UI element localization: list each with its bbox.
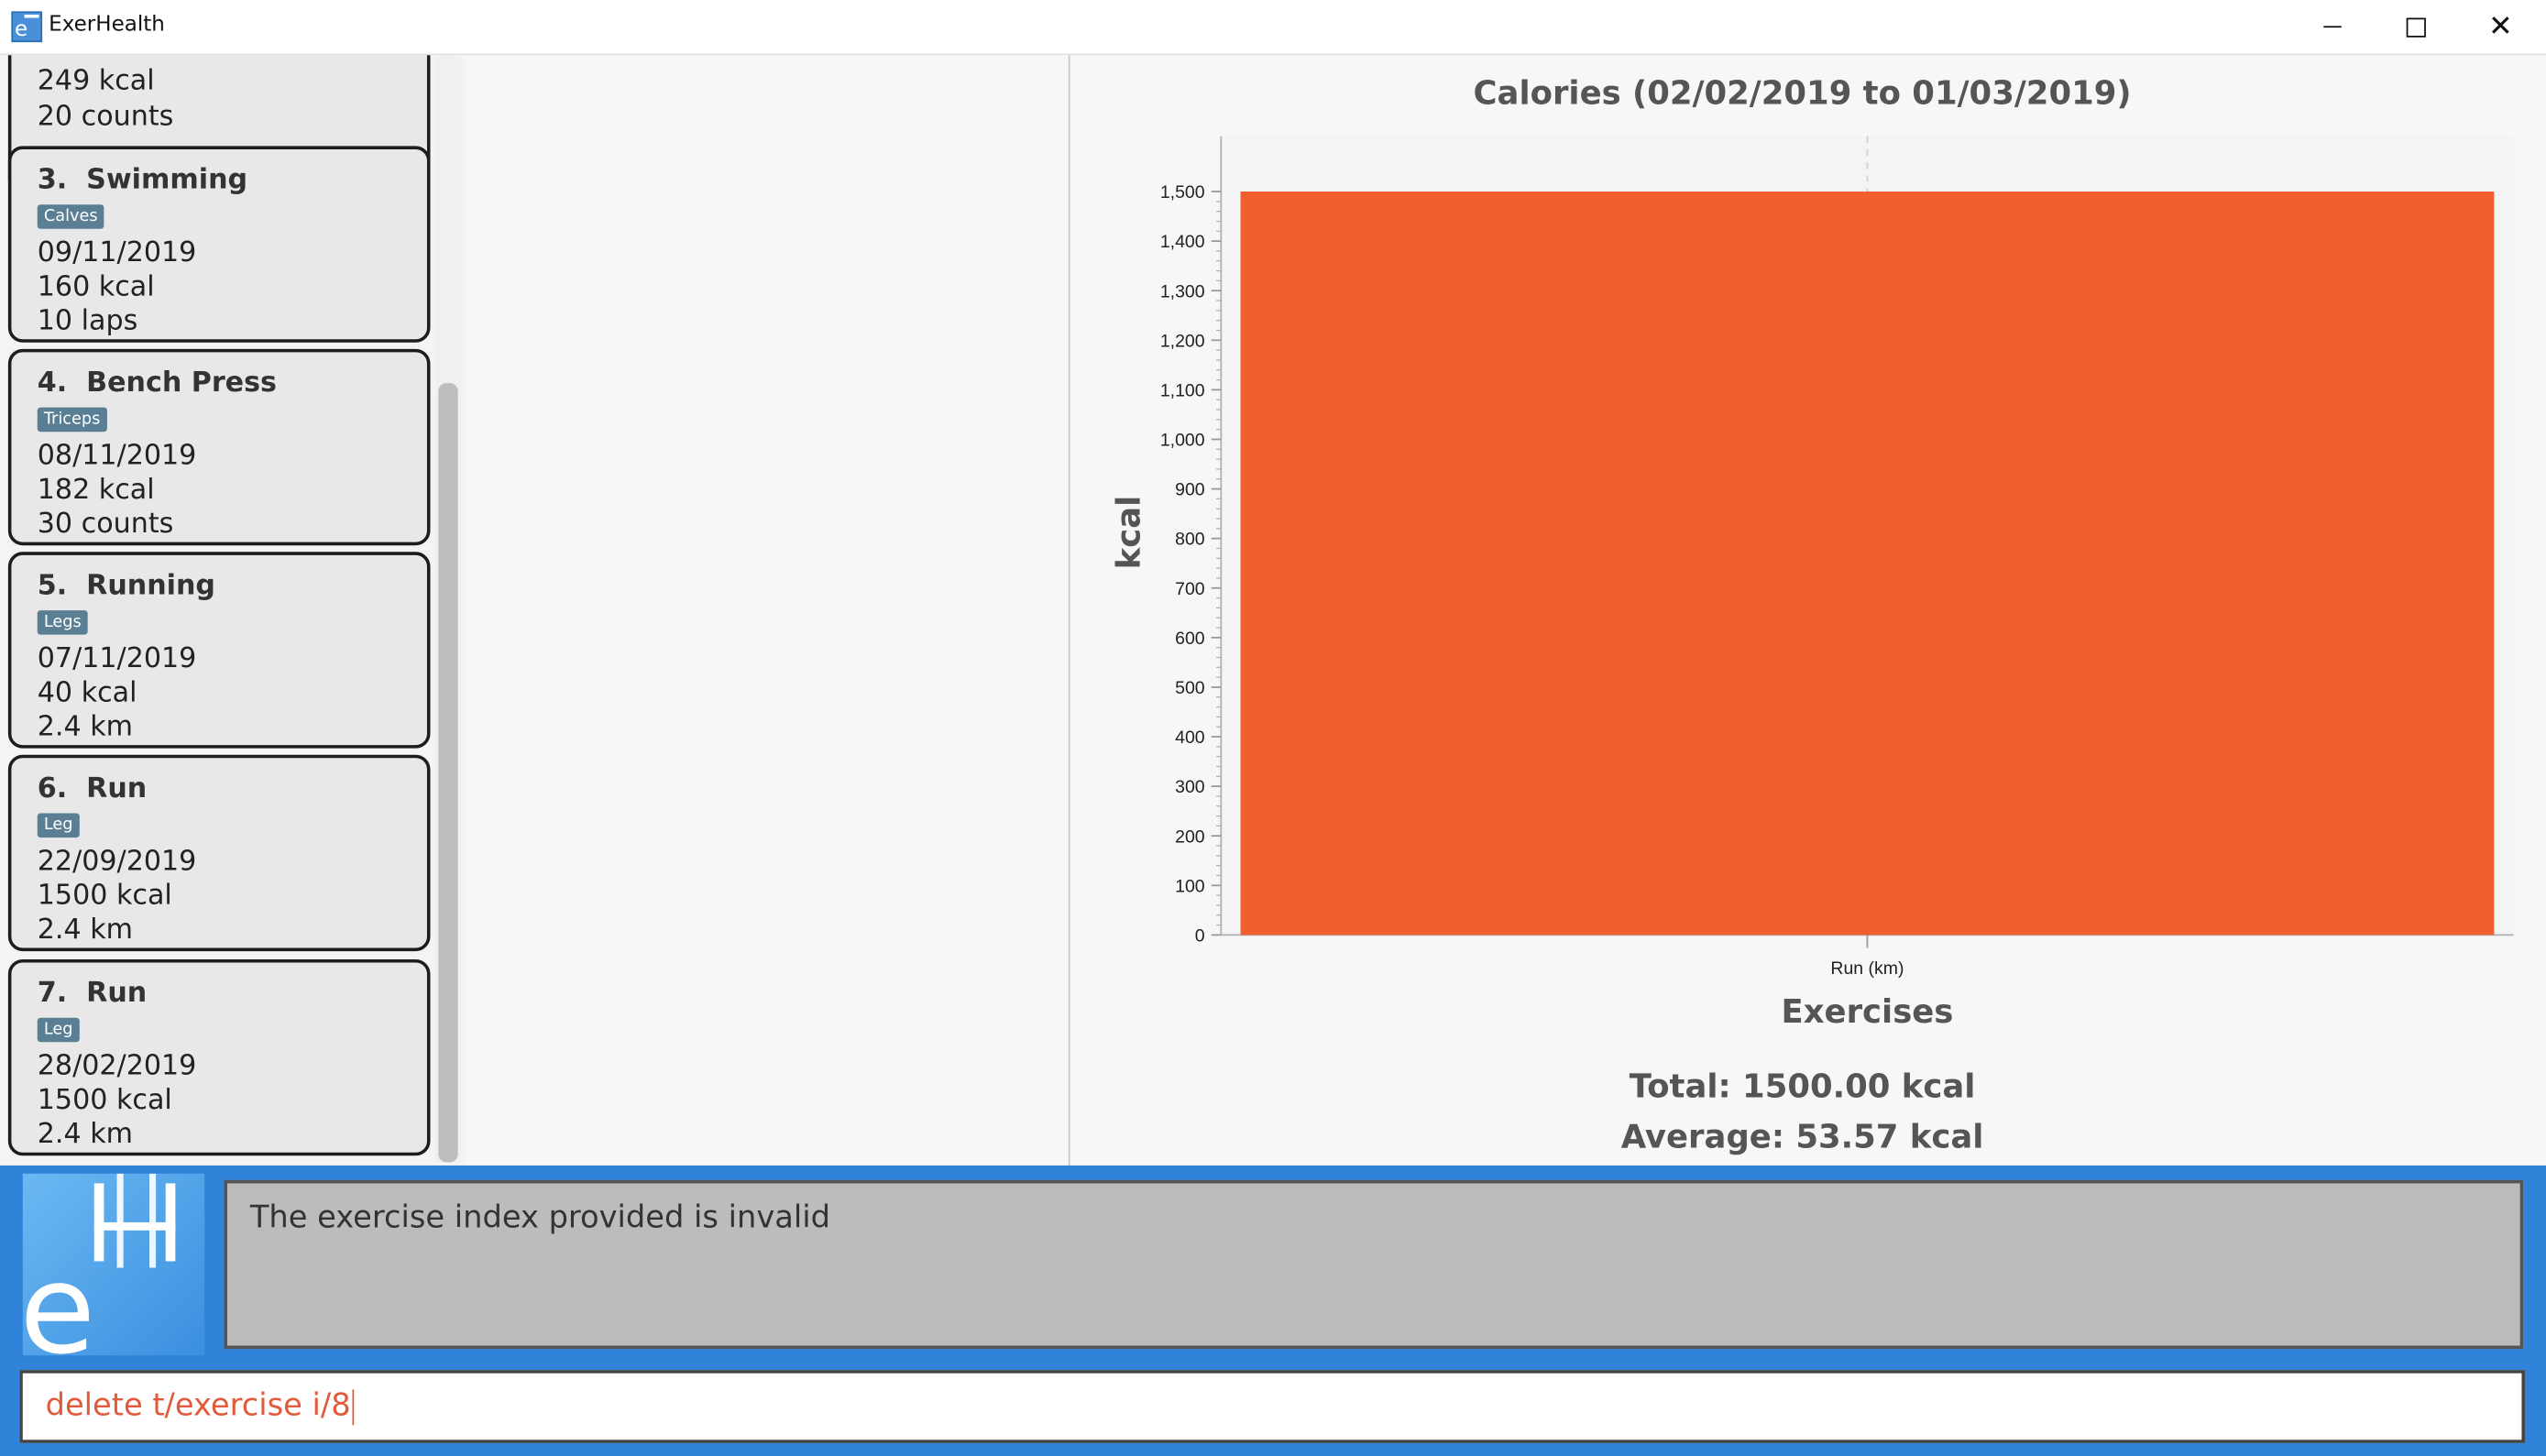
y-tick-label: 1,400	[1160, 232, 1205, 252]
exercise-title: 3. Swimming	[37, 163, 248, 197]
exercise-title: 4. Bench Press	[37, 367, 277, 400]
title-bar: e ExerHealth ✕	[0, 0, 2546, 56]
average-calories: Average: 53.57 kcal	[1620, 1116, 1984, 1156]
calories-bar-chart: 0 100 200 300 400 500 600 700 800 900 1,000 1,100 1,…	[1111, 136, 2514, 1031]
minimize-button[interactable]	[2289, 0, 2374, 53]
text-caret	[352, 1388, 355, 1425]
exercise-date: 08/11/2019	[37, 440, 197, 473]
muscle-tag: Leg	[37, 813, 80, 838]
exercise-calories: 160 kcal	[37, 270, 155, 304]
chart-title: Calories (02/02/2019 to 01/03/2019)	[1473, 72, 2132, 113]
exercise-calories: 1500 kcal	[37, 1084, 172, 1117]
y-tick-label: 600	[1175, 629, 1205, 649]
y-tick-label: 100	[1175, 876, 1205, 896]
svg-text:e: e	[23, 1238, 95, 1356]
muscle-tag: Calves	[37, 204, 104, 229]
list-item[interactable]: 5. Running Legs 07/11/2019 40 kcal 2.4 k…	[7, 552, 431, 749]
exercise-list[interactable]: 249 kcal 20 counts 3. Swimming Calves 09…	[0, 55, 466, 1166]
list-item[interactable]: 6. Run Leg 22/09/2019 1500 kcal 2.4 km	[7, 754, 431, 952]
app-window: e ExerHealth ✕ 249 kcal 20 counts 3. Swi…	[0, 0, 2546, 1456]
muscle-tag: Legs	[37, 610, 88, 635]
muscle-tag: Leg	[37, 1017, 80, 1043]
y-tick-label: 700	[1175, 579, 1205, 599]
y-tick-label: 0	[1195, 925, 1205, 946]
result-message: The exercise index provided is invalid	[249, 1199, 830, 1236]
maximize-button[interactable]	[2374, 0, 2458, 53]
x-axis-title: Exercises	[1782, 993, 1954, 1031]
y-tick-label: 400	[1175, 728, 1205, 748]
command-input[interactable]: delete t/exercise i/8	[19, 1370, 2525, 1443]
exercise-quantity: 2.4 km	[37, 1118, 134, 1151]
close-button[interactable]: ✕	[2458, 0, 2542, 53]
exercise-title: 7. Run	[37, 977, 148, 1010]
window-title: ExerHealth	[49, 13, 165, 38]
maximize-icon	[2406, 16, 2426, 37]
y-tick-label: 200	[1175, 827, 1205, 847]
exerhealth-logo: e	[19, 1173, 205, 1382]
x-tick-label: Run (km)	[1830, 958, 1904, 979]
exercise-quantity: 2.4 km	[37, 914, 134, 947]
pane-divider[interactable]	[1068, 55, 1070, 1166]
y-tick-label: 1,200	[1160, 331, 1205, 351]
y-tick-label: 900	[1175, 480, 1205, 500]
exercise-calories: 40 kcal	[37, 676, 137, 710]
exercise-date: 22/09/2019	[37, 845, 197, 879]
app-logo-icon: e	[11, 11, 43, 43]
muscle-tag: Triceps	[37, 407, 107, 432]
total-calories: Total: 1500.00 kcal	[1629, 1066, 1976, 1106]
y-tick-label: 800	[1175, 530, 1205, 550]
exercise-calories: 249 kcal	[37, 64, 155, 98]
result-display: The exercise index provided is invalid	[224, 1179, 2524, 1350]
exercise-date: 28/02/2019	[37, 1050, 197, 1083]
y-tick-label: 1,300	[1160, 281, 1205, 301]
command-input-text: delete t/exercise i/8	[46, 1388, 355, 1425]
exercise-date: 09/11/2019	[37, 236, 197, 270]
exercise-quantity: 30 counts	[37, 508, 174, 541]
list-item[interactable]: 4. Bench Press Triceps 08/11/2019 182 kc…	[7, 348, 431, 546]
y-tick-label: 1,500	[1160, 182, 1205, 203]
y-tick-label: 300	[1175, 777, 1205, 797]
exercise-calories: 182 kcal	[37, 474, 155, 507]
exercise-quantity: 20 counts	[37, 100, 174, 134]
y-tick-label: 1,100	[1160, 380, 1205, 400]
minimize-icon	[2322, 26, 2341, 28]
y-tick-label: 500	[1175, 678, 1205, 698]
exercise-title: 6. Run	[37, 772, 148, 805]
exercise-calories: 1500 kcal	[37, 880, 172, 913]
list-scrollbar-thumb[interactable]	[438, 383, 458, 1163]
y-axis-title: kcal	[1111, 496, 1148, 570]
command-value: delete t/exercise i/8	[45, 1387, 351, 1424]
exercise-quantity: 2.4 km	[37, 710, 134, 744]
bar	[1240, 192, 2495, 936]
exercise-date: 07/11/2019	[37, 642, 197, 675]
exercise-quantity: 10 laps	[37, 305, 138, 338]
exercise-title: 5. Running	[37, 569, 215, 603]
list-item[interactable]: 7. Run Leg 28/02/2019 1500 kcal 2.4 km	[7, 958, 431, 1156]
list-item[interactable]: 3. Swimming Calves 09/11/2019 160 kcal 1…	[7, 146, 431, 343]
close-icon: ✕	[2488, 9, 2513, 44]
y-tick-label: 1,000	[1160, 431, 1205, 451]
